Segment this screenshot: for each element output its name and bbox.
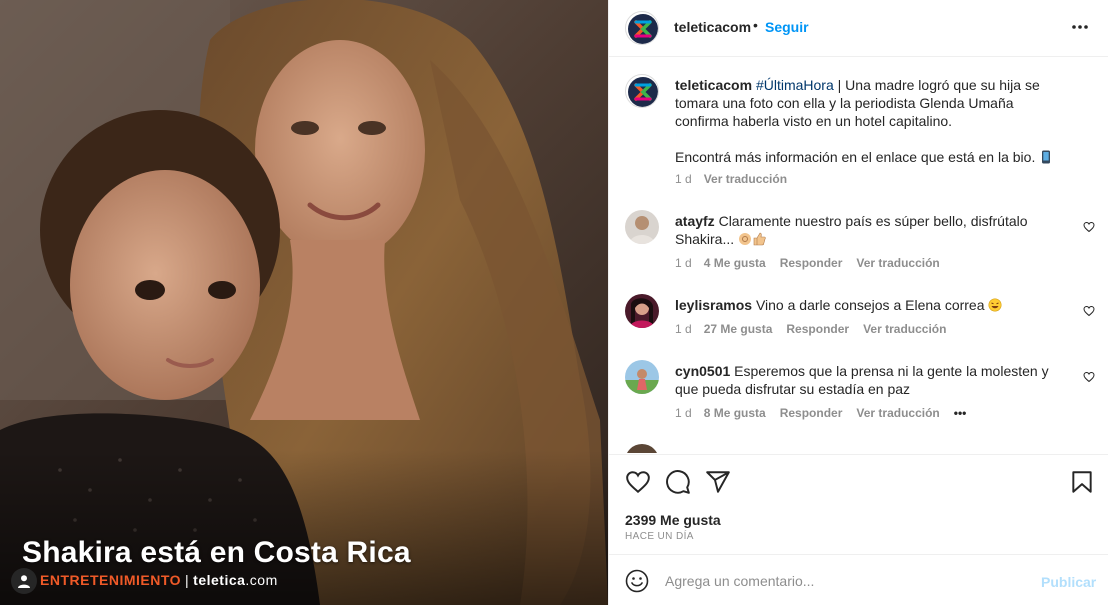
likes-count[interactable]: 2399 Me gusta	[625, 512, 721, 528]
emoji-icon[interactable]	[625, 569, 649, 593]
image-overlay-category: ENTRETENIMIENTO | teletica.com	[40, 572, 278, 588]
comment-input[interactable]	[665, 570, 1025, 592]
header-username[interactable]: teleticacom	[674, 19, 751, 35]
caption-avatar[interactable]	[625, 74, 659, 108]
follow-button[interactable]: Seguir	[765, 19, 809, 35]
comment-translate[interactable]: Ver traducción	[863, 322, 946, 336]
more-options-icon[interactable]	[1070, 17, 1090, 37]
overlay-brand-main: teletica	[193, 572, 246, 588]
tagged-user-button[interactable]	[11, 568, 37, 594]
post-actions: 2399 Me gusta HACE UN DÍA	[609, 454, 1108, 554]
commenter-avatar[interactable]	[625, 360, 659, 394]
commenter-avatar[interactable]	[625, 444, 659, 453]
share-icon[interactable]	[705, 469, 731, 495]
phone-emoji-icon	[1042, 150, 1051, 164]
post-timestamp[interactable]: HACE UN DÍA	[625, 531, 694, 542]
comment-likes[interactable]: 27 Me gusta	[704, 322, 773, 336]
add-comment-bar: Publicar	[609, 554, 1108, 605]
comment-username[interactable]: leylisramos	[675, 297, 752, 313]
comment-meta: 1 d 27 Me gusta Responder Ver traducción	[675, 322, 960, 336]
post-photo-illustration	[0, 0, 608, 605]
heart-icon[interactable]	[625, 469, 651, 495]
comment-body: Claramente nuestro país es súper bello, …	[675, 213, 1028, 247]
hands-emoji-icon	[739, 233, 752, 245]
comment-time[interactable]: 1 d	[675, 256, 692, 270]
post-header: teleticacom • Seguir	[609, 0, 1108, 57]
comments-list[interactable]: teleticacom #ÚltimaHora | Una madre logr…	[609, 58, 1108, 453]
post-comment-button[interactable]: Publicar	[1041, 574, 1096, 590]
caption-meta: 1 d Ver traducción	[675, 172, 801, 186]
thumbs-up-emoji-icon	[753, 232, 766, 246]
comment-translate[interactable]: Ver traducción	[856, 256, 939, 270]
save-icon[interactable]	[1069, 469, 1095, 495]
overlay-category: ENTRETENIMIENTO	[40, 572, 182, 588]
post-side-panel: teleticacom • Seguir teleticacom #Última…	[608, 0, 1108, 605]
laugh-emoji-icon	[988, 298, 1002, 312]
commenter-avatar[interactable]	[625, 210, 659, 244]
caption-time[interactable]: 1 d	[675, 172, 692, 186]
account-avatar[interactable]	[625, 11, 659, 45]
comment-reply-button[interactable]: Responder	[786, 322, 849, 336]
comment-time[interactable]: 1 d	[675, 406, 692, 420]
comment-like-heart-icon[interactable]	[1083, 371, 1095, 383]
comment-username[interactable]: atayfz	[675, 213, 715, 229]
comment-time[interactable]: 1 d	[675, 322, 692, 336]
header-separator: •	[753, 17, 758, 33]
overlay-brand-domain: .com	[245, 572, 278, 588]
comment-meta: 1 d 4 Me gusta Responder Ver traducción	[675, 256, 954, 270]
caption-text: teleticacom #ÚltimaHora | Una madre logr…	[675, 76, 1071, 166]
comment-username[interactable]: cyn0501	[675, 363, 730, 379]
comment-like-heart-icon[interactable]	[1083, 221, 1095, 233]
comment-text: leylisramos Vino a darle consejos a Elen…	[675, 296, 1071, 314]
image-overlay-title: Shakira está en Costa Rica	[22, 536, 411, 569]
caption-line2: Encontrá más información en el enlace qu…	[675, 149, 1036, 165]
comment-text: cyn0501 Esperemos que la prensa ni la ge…	[675, 362, 1071, 398]
caption-hashtag[interactable]: #ÚltimaHora	[756, 77, 834, 93]
caption-translate[interactable]: Ver traducción	[704, 172, 787, 186]
comment-more-options[interactable]: •••	[954, 406, 967, 420]
overlay-brand: teletica.com	[193, 572, 278, 588]
comment-body: Vino a darle consejos a Elena correa	[755, 297, 985, 313]
caption-username[interactable]: teleticacom	[675, 77, 752, 93]
comment-icon[interactable]	[665, 469, 691, 495]
comment-reply-button[interactable]: Responder	[780, 256, 843, 270]
comment-meta: 1 d 8 Me gusta Responder Ver traducción •••	[675, 406, 980, 420]
comment-translate[interactable]: Ver traducción	[856, 406, 939, 420]
comment-body: Esperemos que la prensa ni la gente la m…	[675, 363, 1049, 397]
commenter-avatar[interactable]	[625, 294, 659, 328]
comment-likes[interactable]: 4 Me gusta	[704, 256, 766, 270]
user-icon	[18, 575, 30, 588]
comment-like-heart-icon[interactable]	[1083, 305, 1095, 317]
teletica-logo-icon	[628, 14, 658, 44]
teletica-logo-icon	[628, 77, 658, 107]
comment-likes[interactable]: 8 Me gusta	[704, 406, 766, 420]
comment-reply-button[interactable]: Responder	[780, 406, 843, 420]
comment-text: atayfz Claramente nuestro país es súper …	[675, 212, 1071, 248]
post-image[interactable]: Shakira está en Costa Rica ENTRETENIMIEN…	[0, 0, 608, 605]
